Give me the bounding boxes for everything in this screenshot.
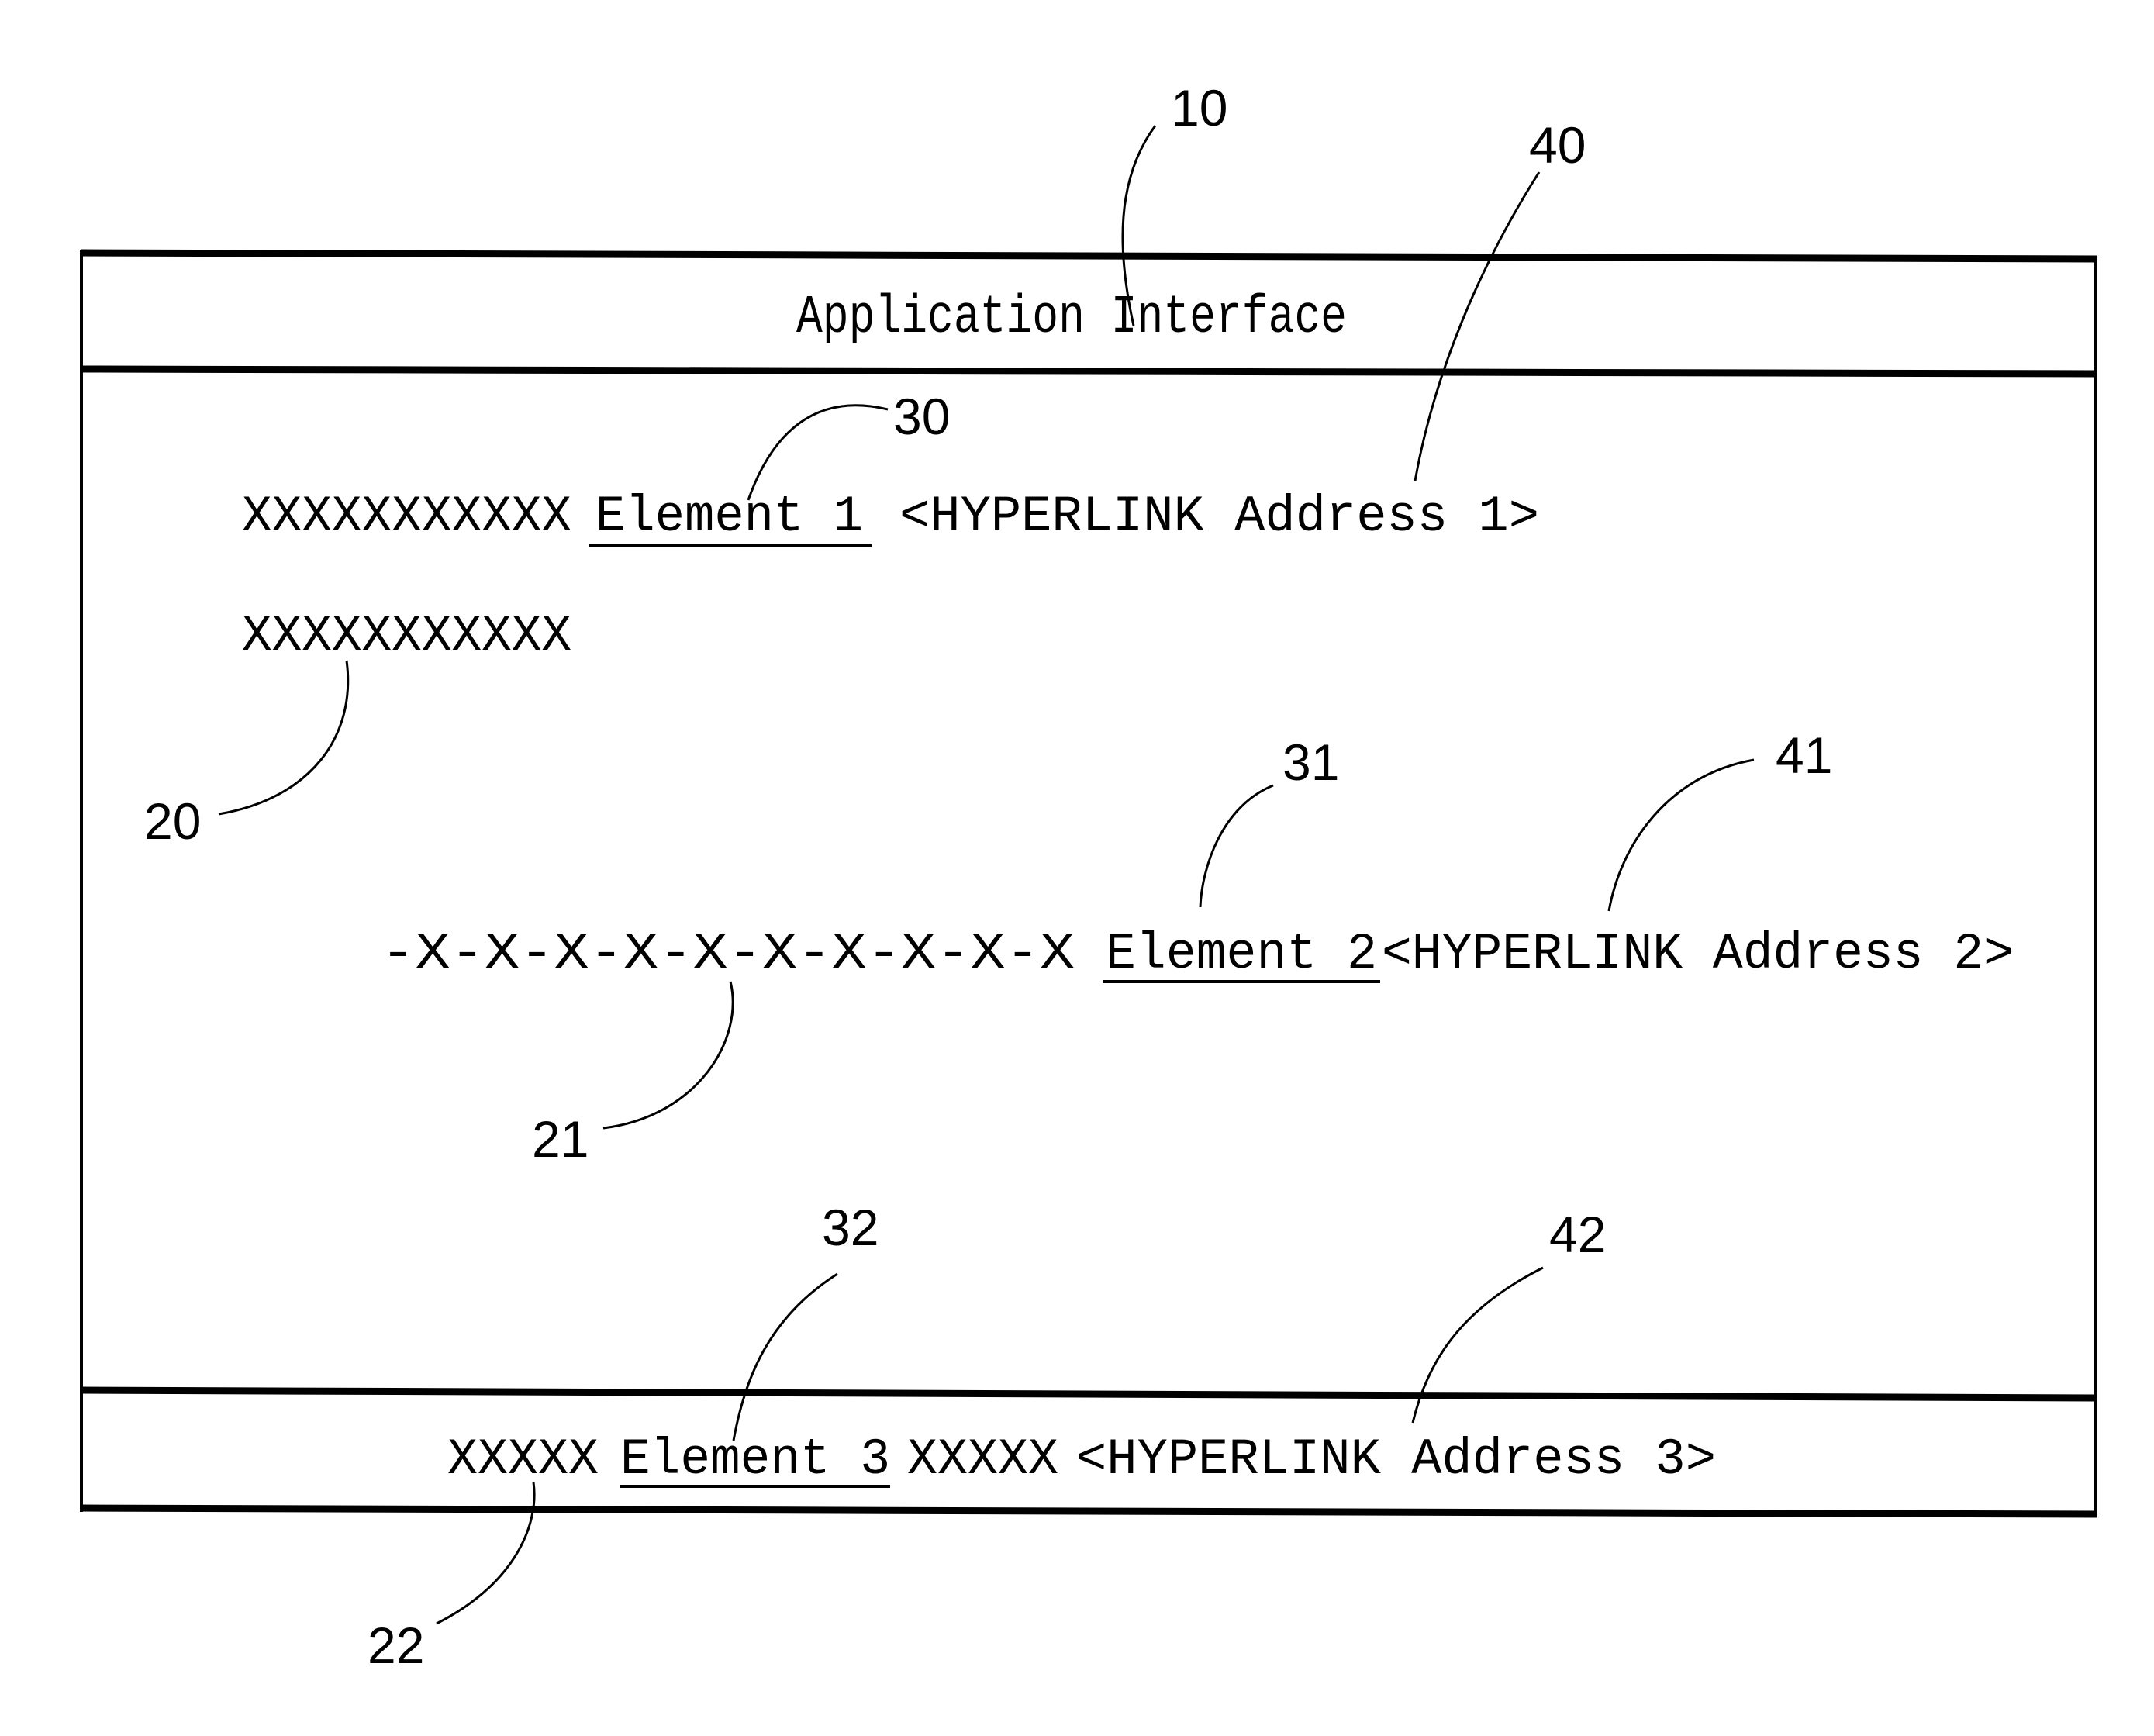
content-row-2: -X-X-X-X-X-X-X-X-X-X Element 2 <HYPERLIN… xyxy=(381,925,2014,983)
text-2: -X-X-X-X-X-X-X-X-X-X xyxy=(381,925,1075,983)
ref-label-42: 42 xyxy=(1549,1206,1606,1263)
leader-21 xyxy=(602,981,734,1130)
text-1: XXXXXXXXXXX xyxy=(242,488,571,546)
leader-22 xyxy=(436,1482,536,1625)
hyperlink-1[interactable]: <HYPERLINK Address 1> xyxy=(899,488,1539,546)
hyperlink-2[interactable]: <HYPERLINK Address 2> xyxy=(1382,925,2014,983)
interface-window xyxy=(80,249,2097,1518)
window-title: Application Interface xyxy=(796,288,1347,349)
footer-row: XXXXX Element 3 XXXXX <HYPERLINK Address… xyxy=(447,1431,1716,1489)
ref-label-31: 31 xyxy=(1282,733,1339,791)
window-bottom-border xyxy=(80,1504,2097,1518)
leader-31 xyxy=(1199,784,1274,908)
content-row-1: XXXXXXXXXXX Element 1 <HYPERLINK Address… xyxy=(242,488,1539,547)
window-top-border xyxy=(80,249,2097,263)
text-3-after: XXXXX xyxy=(907,1431,1058,1489)
leader-32 xyxy=(732,1272,838,1441)
ref-label-21: 21 xyxy=(532,1110,589,1168)
hyperlink-3[interactable]: <HYPERLINK Address 3> xyxy=(1076,1431,1716,1489)
element-3[interactable]: Element 3 xyxy=(620,1431,890,1489)
leader-41 xyxy=(1607,758,1755,912)
leader-40 xyxy=(1414,171,1541,481)
application-interface-diagram: Application Interface XXXXXXXXXXX Elemen… xyxy=(80,79,2097,1674)
leader-30 xyxy=(747,404,889,501)
ref-label-32: 32 xyxy=(822,1199,879,1256)
footer-divider xyxy=(80,1386,2097,1402)
ref-label-41: 41 xyxy=(1776,726,1832,784)
text-1-continued: XXXXXXXXXXX xyxy=(242,607,571,665)
element-1[interactable]: Element 1 xyxy=(595,488,863,546)
leader-20 xyxy=(218,660,350,816)
ref-label-20: 20 xyxy=(144,792,201,850)
text-3-before: XXXXX xyxy=(447,1431,599,1489)
header-divider xyxy=(80,365,2097,378)
ref-label-10: 10 xyxy=(1171,79,1227,136)
leader-42 xyxy=(1411,1266,1544,1424)
ref-label-22: 22 xyxy=(368,1617,424,1674)
ref-label-30: 30 xyxy=(893,388,950,445)
element-2[interactable]: Element 2 xyxy=(1106,925,1377,983)
ref-label-40: 40 xyxy=(1529,116,1586,174)
